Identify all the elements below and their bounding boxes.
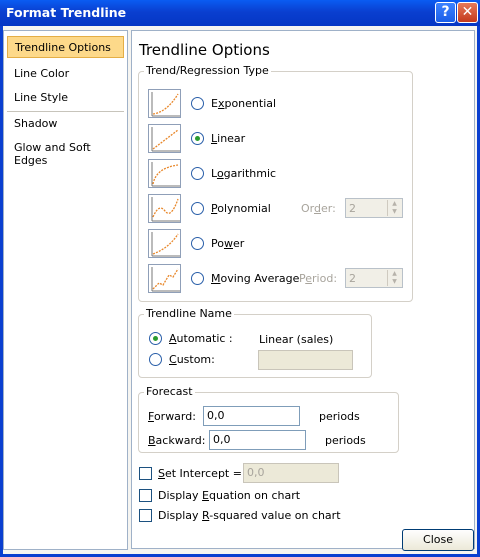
- moving-average-icon: [148, 264, 181, 293]
- set-intercept-checkbox[interactable]: [139, 467, 152, 480]
- display-r-squared-label[interactable]: Display R-squared value on chart: [158, 509, 341, 522]
- sidebar-item-shadow[interactable]: Shadow: [7, 113, 124, 135]
- sidebar-item-glow-soft-edges[interactable]: Glow and Soft Edges: [7, 137, 124, 167]
- panel-heading: Trendline Options: [139, 41, 270, 59]
- period-label: Period:: [299, 272, 338, 285]
- display-r-squared-checkbox[interactable]: [139, 509, 152, 522]
- chevron-up-icon: ▲: [392, 200, 397, 207]
- exponential-icon: [148, 89, 181, 118]
- radio-selected-dot: [195, 136, 200, 141]
- automatic-radio[interactable]: [149, 332, 162, 345]
- linear-icon: [148, 124, 181, 153]
- spinner-arrows[interactable]: ▲ ▼: [387, 270, 401, 286]
- regression-radio[interactable]: [191, 202, 204, 215]
- forward-input[interactable]: 0,0: [203, 406, 300, 426]
- trendline-name-label: Trendline Name: [144, 307, 234, 320]
- forward-unit: periods: [319, 410, 360, 423]
- regression-radio[interactable]: [191, 272, 204, 285]
- regression-type-group: Trend/Regression Type Exponential Linear L…: [138, 64, 413, 302]
- intercept-input[interactable]: 0,0: [243, 463, 339, 483]
- chevron-down-icon: ▼: [392, 278, 397, 285]
- help-button[interactable]: ?: [435, 2, 456, 23]
- polynomial-icon: [148, 194, 181, 223]
- custom-label[interactable]: Custom:: [169, 353, 215, 366]
- backward-input[interactable]: 0,0: [209, 430, 306, 450]
- dialog-body: Trendline Options Line Color Line Style …: [3, 26, 477, 554]
- regression-radio[interactable]: [191, 132, 204, 145]
- power-icon: [148, 229, 181, 258]
- title-bar[interactable]: Format Trendline ? ✕: [0, 0, 480, 26]
- forecast-group: Forecast Forward: 0,0 periods Backward: …: [138, 385, 399, 453]
- logarithmic-icon: [148, 159, 181, 188]
- custom-name-input[interactable]: [258, 350, 353, 370]
- display-equation-label[interactable]: Display Equation on chart: [158, 489, 300, 502]
- chevron-up-icon: ▲: [392, 270, 397, 277]
- automatic-label[interactable]: Automatic :: [169, 332, 233, 345]
- regression-radio[interactable]: [191, 167, 204, 180]
- options-panel: Trendline Options Trend/Regression Type …: [131, 30, 475, 549]
- regression-option-label[interactable]: Logarithmic: [211, 167, 276, 180]
- regression-radio[interactable]: [191, 97, 204, 110]
- dialog-title: Format Trendline: [6, 5, 127, 20]
- order-label: Order:: [301, 202, 336, 215]
- close-button[interactable]: Close: [402, 529, 474, 551]
- backward-unit: periods: [325, 434, 366, 447]
- trendline-name-group: Trendline Name Automatic : Linear (sales…: [138, 307, 372, 378]
- regression-option-label[interactable]: Power: [211, 237, 244, 250]
- chevron-down-icon: ▼: [392, 208, 397, 215]
- regression-type-label: Trend/Regression Type: [144, 64, 271, 77]
- regression-option-label[interactable]: Linear: [211, 132, 245, 145]
- regression-option-label[interactable]: Moving Average: [211, 272, 299, 285]
- set-intercept-label[interactable]: Set Intercept =: [158, 467, 242, 480]
- regression-option-label[interactable]: Polynomial: [211, 202, 271, 215]
- automatic-name-value: Linear (sales): [259, 333, 334, 346]
- spinner-arrows[interactable]: ▲ ▼: [387, 200, 401, 216]
- custom-radio[interactable]: [149, 353, 162, 366]
- display-equation-checkbox[interactable]: [139, 489, 152, 502]
- category-sidebar: Trendline Options Line Color Line Style …: [3, 30, 128, 550]
- sidebar-divider: [7, 111, 124, 112]
- order-spinner[interactable]: 2 ▲ ▼: [345, 198, 403, 218]
- period-spinner[interactable]: 2 ▲ ▼: [345, 268, 403, 288]
- regression-option-label[interactable]: Exponential: [211, 97, 276, 110]
- radio-selected-dot: [153, 336, 158, 341]
- close-window-button[interactable]: ✕: [457, 2, 478, 23]
- sidebar-item-trendline-options[interactable]: Trendline Options: [7, 36, 124, 58]
- backward-label: Backward:: [148, 434, 206, 447]
- sidebar-item-line-color[interactable]: Line Color: [7, 63, 124, 85]
- forecast-label: Forecast: [144, 385, 195, 398]
- forward-label: Forward:: [148, 410, 196, 423]
- format-trendline-dialog: Format Trendline ? ✕ Trendline Options L…: [0, 0, 480, 557]
- sidebar-item-line-style[interactable]: Line Style: [7, 87, 124, 109]
- regression-radio[interactable]: [191, 237, 204, 250]
